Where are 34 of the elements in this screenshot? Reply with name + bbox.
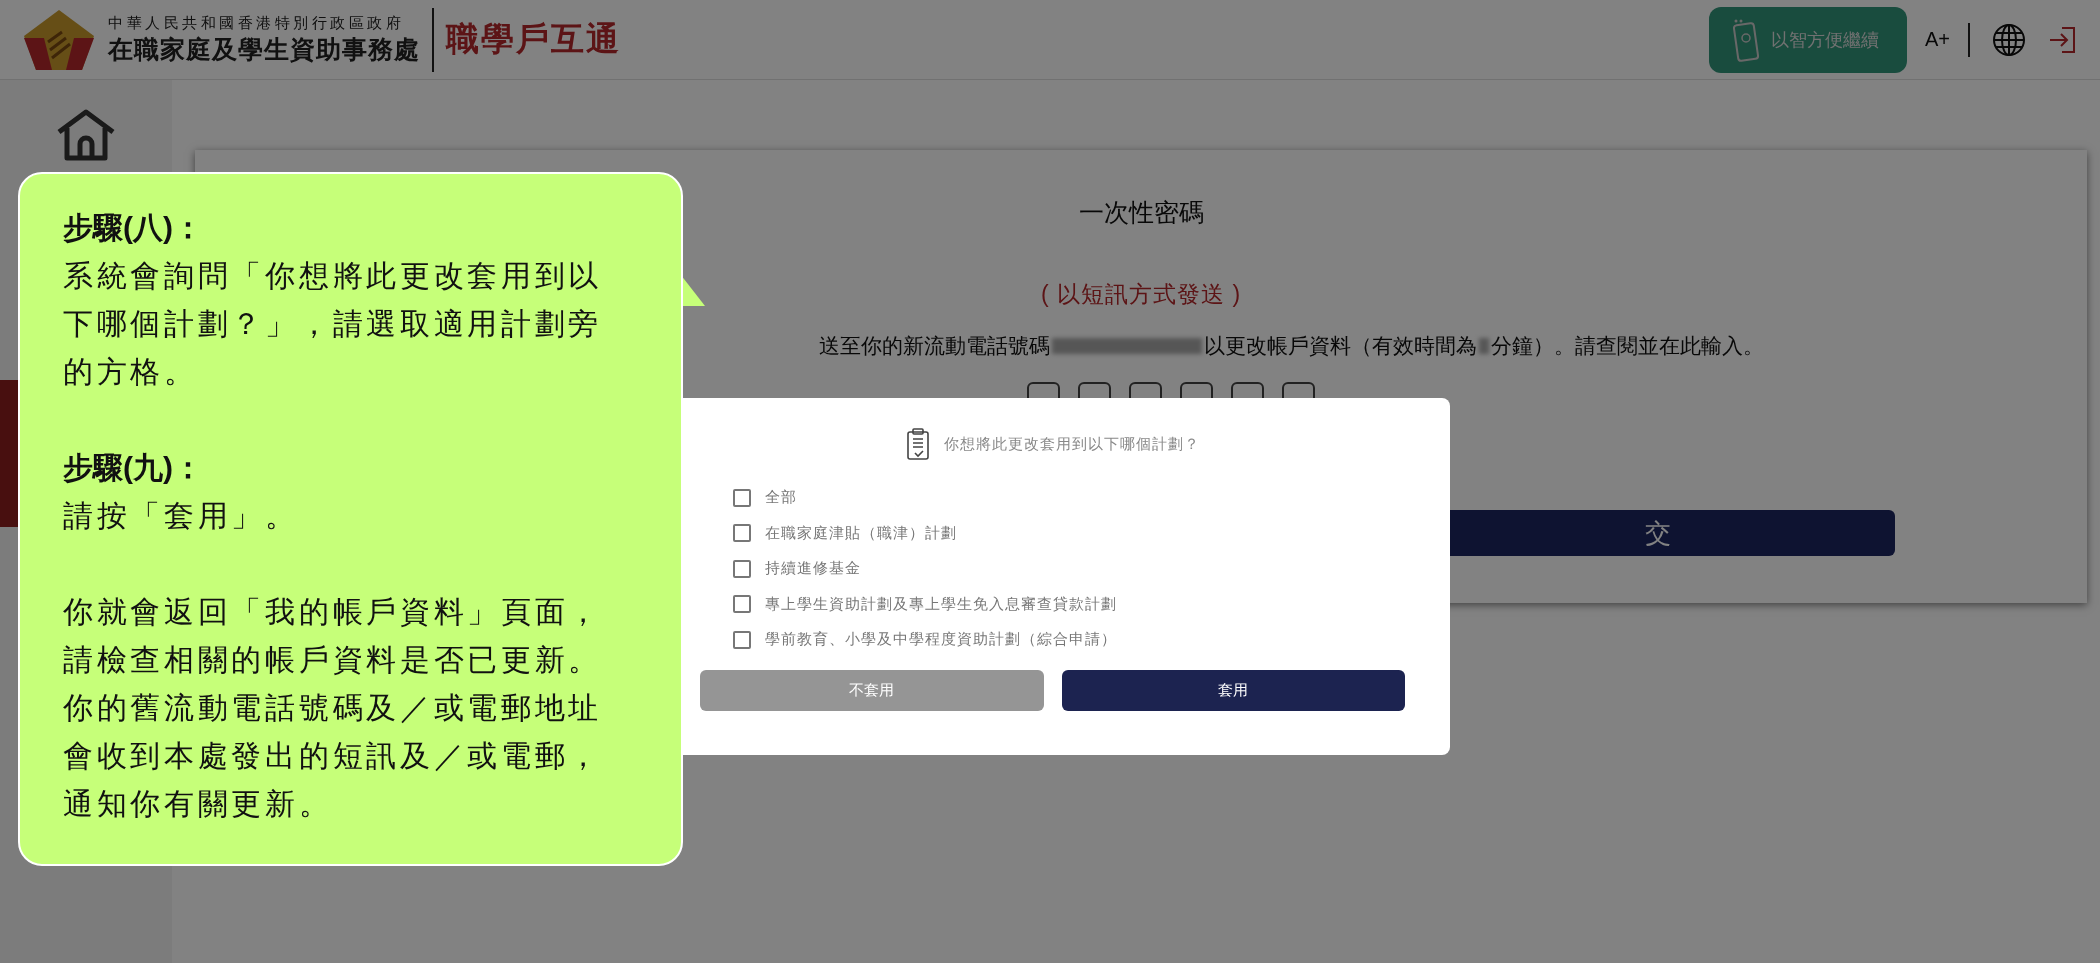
blurred-number (1478, 338, 1489, 354)
plan-label: 持續進修基金 (765, 559, 861, 579)
plan-label: 專上學生資助計劃及專上學生免入息審查貸款計劃 (765, 594, 1117, 614)
app-name: 職學戶互通 (446, 19, 621, 59)
step-text: 你就會返回「我的帳戶資料」頁面，請檢查相關的帳戶資料是否已更新。你的舊流動電話號碼及／或電郵地址會收到本處發出的短訊及／或電郵，通知你有關更新。 (63, 594, 604, 822)
font-size-button[interactable]: A+ (1924, 28, 1950, 51)
logo-icon (22, 7, 96, 72)
plan-label: 全部 (765, 488, 797, 508)
clipboard-icon (905, 428, 930, 460)
plan-checkbox[interactable] (733, 559, 751, 578)
card-title: 一次性密碼 (1078, 197, 1204, 228)
plan-label: 學前教育、小學及中學程度資助計劃（綜合申請） (765, 630, 1117, 650)
department-name: 在職家庭及學生資助事務處 (108, 33, 420, 65)
dialog-question: 你想將此更改套用到以下哪個計劃？ (943, 434, 1200, 454)
instruction-text: 分鐘）。請查閱並在此輸入。 (1490, 333, 1764, 359)
step-heading: 步驟(八)： (63, 210, 204, 246)
plan-checkbox[interactable] (733, 488, 751, 507)
plan-checkbox[interactable] (733, 595, 751, 614)
instruction-text: 以更改帳戶資料（有效時間為 (1203, 333, 1477, 359)
step-text: 系統會詢問「你想將此更改套用到以下哪個計劃？」，請選取適用計劃旁的方格。 (63, 258, 604, 390)
plan-checkbox[interactable] (733, 630, 751, 649)
instruction-text: 送至你的新流動電話號碼 (818, 333, 1050, 359)
step-heading: 步驟(九)： (63, 450, 204, 486)
apply-button[interactable]: 套用 (1061, 669, 1405, 711)
government-name: 中華人民共和國香港特別行政區政府 (108, 13, 405, 33)
home-icon[interactable] (55, 108, 117, 162)
phone-icon (1732, 17, 1761, 62)
globe-icon[interactable] (1992, 22, 2026, 57)
delivery-note: ( 以短訊方式發送 ) (1040, 280, 1242, 309)
skip-button[interactable]: 不套用 (700, 669, 1044, 711)
plan-label: 在職家庭津貼（職津）計劃 (765, 523, 957, 543)
logout-icon[interactable] (2048, 24, 2078, 55)
plan-checkbox[interactable] (733, 524, 751, 543)
step-text: 請按「套用」。 (63, 498, 300, 534)
